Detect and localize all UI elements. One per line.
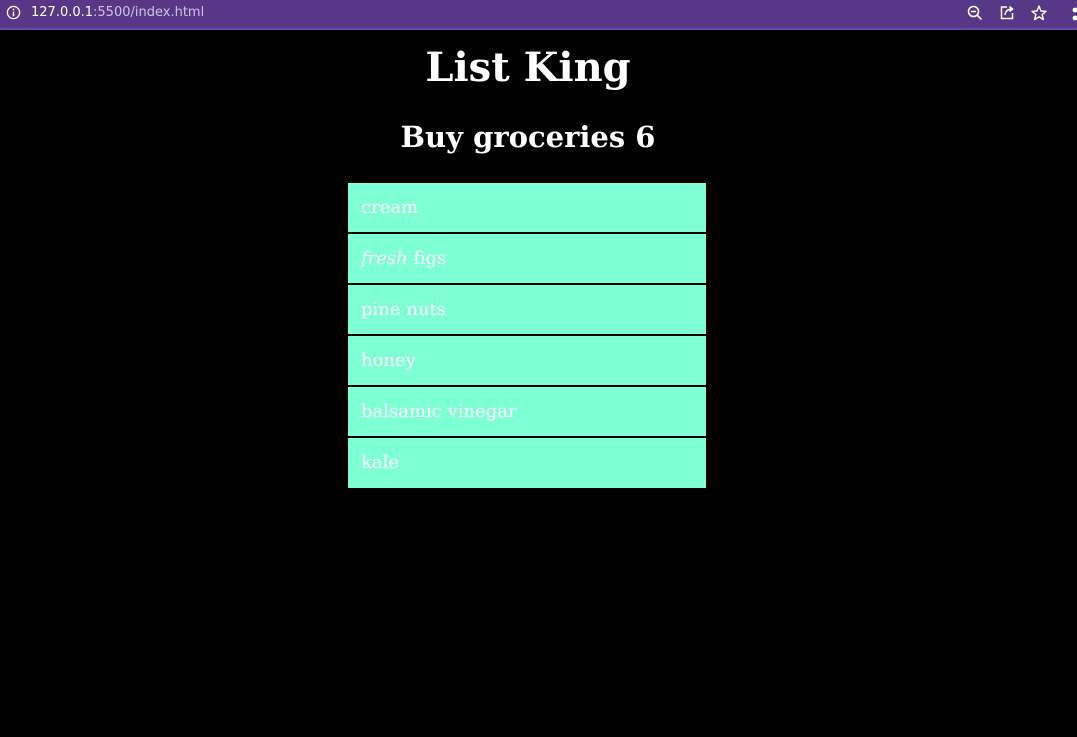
url-text[interactable]: 127.0.0.1:5500/index.html	[31, 4, 204, 21]
list-title: Buy groceries 6	[400, 120, 656, 154]
list-item-label: cream	[361, 197, 419, 218]
list-item[interactable]: cream	[348, 183, 706, 234]
list-item-label: balsamic vinegar	[361, 401, 517, 422]
list-item[interactable]: balsamic vinegar	[348, 387, 706, 438]
url-path: :5500/index.html	[93, 5, 205, 20]
address-bar[interactable]: 127.0.0.1:5500/index.html	[0, 0, 1058, 26]
extensions-menu-icon[interactable]	[1071, 6, 1077, 22]
browser-toolbar: 127.0.0.1:5500/index.html	[0, 0, 1077, 30]
list-item[interactable]: fresh figs	[348, 234, 706, 285]
zoom-out-icon[interactable]	[966, 4, 984, 22]
list-item[interactable]: kale	[348, 438, 706, 488]
list-item[interactable]: pine nuts	[348, 285, 706, 336]
list-item-label: figs	[407, 248, 447, 269]
list-item[interactable]: honey	[348, 336, 706, 387]
page-content: List King Buy groceries 6 cream fresh fi…	[0, 32, 1077, 737]
list-item-emphasis: fresh	[361, 248, 408, 269]
list-item-label: kale	[361, 452, 400, 473]
url-host: 127.0.0.1	[31, 5, 94, 20]
share-icon[interactable]	[998, 4, 1016, 22]
list-item-label: honey	[361, 350, 416, 371]
site-title: List King	[425, 44, 631, 91]
star-icon[interactable]	[1030, 4, 1048, 22]
list-item-label: pine nuts	[361, 299, 446, 320]
grocery-list: cream fresh figs pine nuts honey balsami…	[347, 182, 707, 489]
site-info-icon[interactable]	[6, 5, 21, 20]
